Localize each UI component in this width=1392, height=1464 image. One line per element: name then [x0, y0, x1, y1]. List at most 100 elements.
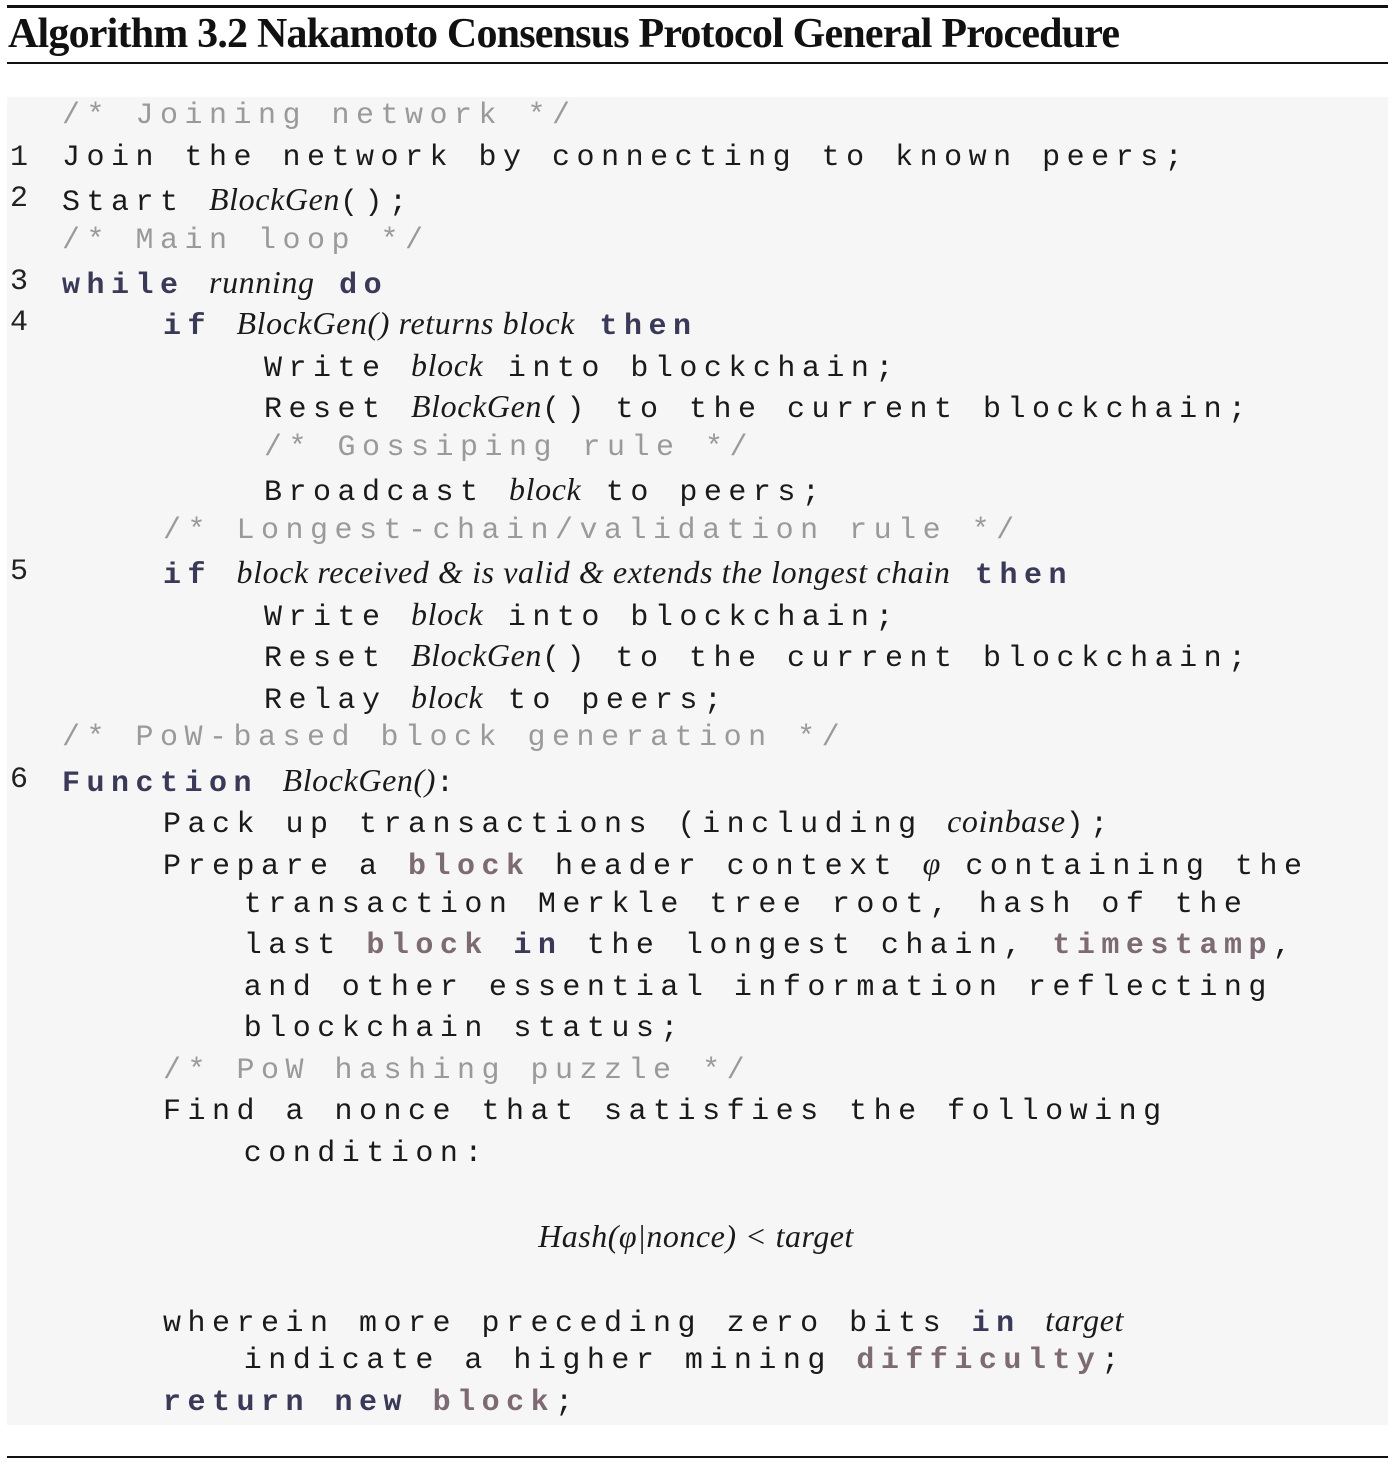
code-text: Reset — [264, 393, 412, 427]
highlighted-term: block — [432, 1386, 556, 1420]
algorithm-line: Find a nonce that satisfies the followin… — [0, 1092, 1392, 1133]
math-italic: block received & is valid & extends the … — [236, 554, 951, 590]
comment-text: /* PoW hashing puzzle */ — [163, 1054, 752, 1088]
comment-text: /* Joining network */ — [62, 99, 577, 133]
line-text: Join the network by connecting to known … — [62, 138, 1189, 179]
algorithm-line: 1 Join the network by connecting to known… — [0, 138, 1392, 179]
algorithm-line: Reset BlockGen() to the current blockcha… — [0, 386, 1392, 427]
algorithm-line: /* Gossiping rule */ — [0, 428, 1392, 469]
line-text: condition: — [244, 1134, 489, 1175]
keyword: Function — [62, 767, 259, 801]
line-text: if block received & is valid & extends t… — [163, 552, 1073, 597]
line-text: Find a nonce that satisfies the followin… — [163, 1092, 1168, 1133]
code-text: condition: — [243, 1137, 489, 1171]
caption-rule — [7, 62, 1388, 64]
algorithm-line: 5 if block received & is valid & extends … — [0, 552, 1392, 593]
algorithm-line: /* PoW-based block generation */ — [0, 718, 1392, 759]
keyword: return — [163, 1386, 311, 1420]
math-italic: BlockGen() returns block — [236, 305, 575, 341]
code-text: (); — [340, 186, 414, 220]
line-text: Write block into blockchain; — [264, 345, 900, 390]
algorithm-line: Pack up transactions (including coinbase… — [0, 801, 1392, 842]
line-text: transaction Merkle tree root, hash of th… — [244, 885, 1249, 926]
code-text: to peers; — [483, 684, 729, 718]
line-text: Relay block to peers; — [264, 677, 728, 722]
math-italic: target — [1045, 1302, 1124, 1338]
code-text: wherein more preceding zero bits — [163, 1307, 972, 1341]
keyword: then — [975, 559, 1074, 593]
highlighted-term: difficulty — [856, 1344, 1102, 1378]
keyword: in — [971, 1307, 1021, 1341]
line-text: /* Gossiping rule */ — [264, 428, 754, 469]
keyword: then — [599, 310, 698, 344]
code-text: , — [1272, 929, 1298, 963]
algorithm-line: indicate a higher mining difficulty; — [0, 1341, 1392, 1382]
math-italic: block — [411, 596, 484, 632]
line-number: 5 — [10, 555, 29, 589]
line-text: /* Longest-chain/validation rule */ — [163, 511, 1021, 552]
math-italic: BlockGen — [411, 637, 542, 673]
comment-text: /* Gossiping rule */ — [264, 431, 755, 465]
code-text: last — [243, 929, 367, 963]
line-text: /* PoW-based block generation */ — [62, 718, 846, 759]
highlighted-term: block — [366, 929, 489, 963]
line-number: 3 — [10, 265, 29, 299]
highlighted-term: block — [408, 850, 531, 884]
line-text: blockchain status; — [244, 1009, 685, 1050]
algorithm-line: 2 Start BlockGen(); — [0, 179, 1392, 220]
code-text: to peers; — [581, 476, 827, 510]
keyword: if — [163, 310, 213, 344]
math-italic: φ — [922, 845, 941, 881]
line-text: Broadcast block to peers; — [264, 469, 826, 514]
algorithm-line: last block in the longest chain, timesta… — [0, 926, 1392, 967]
line-text: /* Joining network */ — [62, 96, 577, 137]
comment-text: /* PoW-based block generation */ — [62, 721, 847, 755]
code-text: ; — [1101, 1344, 1126, 1378]
hash-condition-equation: Hash(φ|nonce) < target — [538, 1218, 854, 1254]
math-italic: block — [509, 471, 582, 507]
algorithm-caption: Algorithm 3.2 Nakamoto Consensus Protoco… — [8, 11, 1120, 57]
math-italic: block — [411, 347, 484, 383]
line-text: Start BlockGen(); — [62, 179, 414, 224]
code-text: Write — [264, 601, 412, 635]
code-text: Relay — [264, 684, 412, 718]
code-text: Pack up transactions (including — [163, 808, 948, 842]
code-text: into blockchain; — [483, 352, 900, 386]
algorithm-line: wherein more preceding zero bits in targ… — [0, 1300, 1392, 1341]
highlighted-term: timestamp — [1052, 929, 1273, 963]
algorithm-title: Nakamoto Consensus Protocol General Proc… — [256, 11, 1120, 57]
code-text: Reset — [264, 642, 412, 676]
math-italic: BlockGen — [411, 388, 542, 424]
line-text: /* PoW hashing puzzle */ — [163, 1051, 751, 1092]
math-italic: BlockGen — [209, 181, 340, 217]
algorithm-line: 4 if BlockGen() returns block then — [0, 303, 1392, 344]
line-text: and other essential information reflecti… — [244, 968, 1273, 1009]
algorithm-line: /* Main loop */ — [0, 221, 1392, 262]
algorithm-line: and other essential information reflecti… — [0, 968, 1392, 1009]
algorithm-line: return new block; — [0, 1383, 1392, 1424]
line-text: Function BlockGen(): — [62, 760, 461, 805]
code-text: Find a nonce that satisfies the followin… — [163, 1095, 1168, 1129]
code-text: () to the current blockchain; — [542, 642, 1253, 676]
line-number: 2 — [10, 182, 29, 216]
line-text: Pack up transactions (including coinbase… — [163, 801, 1115, 846]
code-text: Start — [62, 186, 210, 220]
line-text: Write block into blockchain; — [264, 594, 900, 639]
keyword: if — [163, 559, 213, 593]
code-text: the longest chain, — [562, 929, 1053, 963]
math-italic: coinbase — [947, 803, 1066, 839]
algorithm-line: /* PoW hashing puzzle */ — [0, 1051, 1392, 1092]
code-text: Write — [264, 352, 412, 386]
algorithm-line: Broadcast block to peers; — [0, 469, 1392, 510]
line-text: return new block; — [163, 1383, 580, 1424]
code-text: : — [436, 767, 461, 801]
